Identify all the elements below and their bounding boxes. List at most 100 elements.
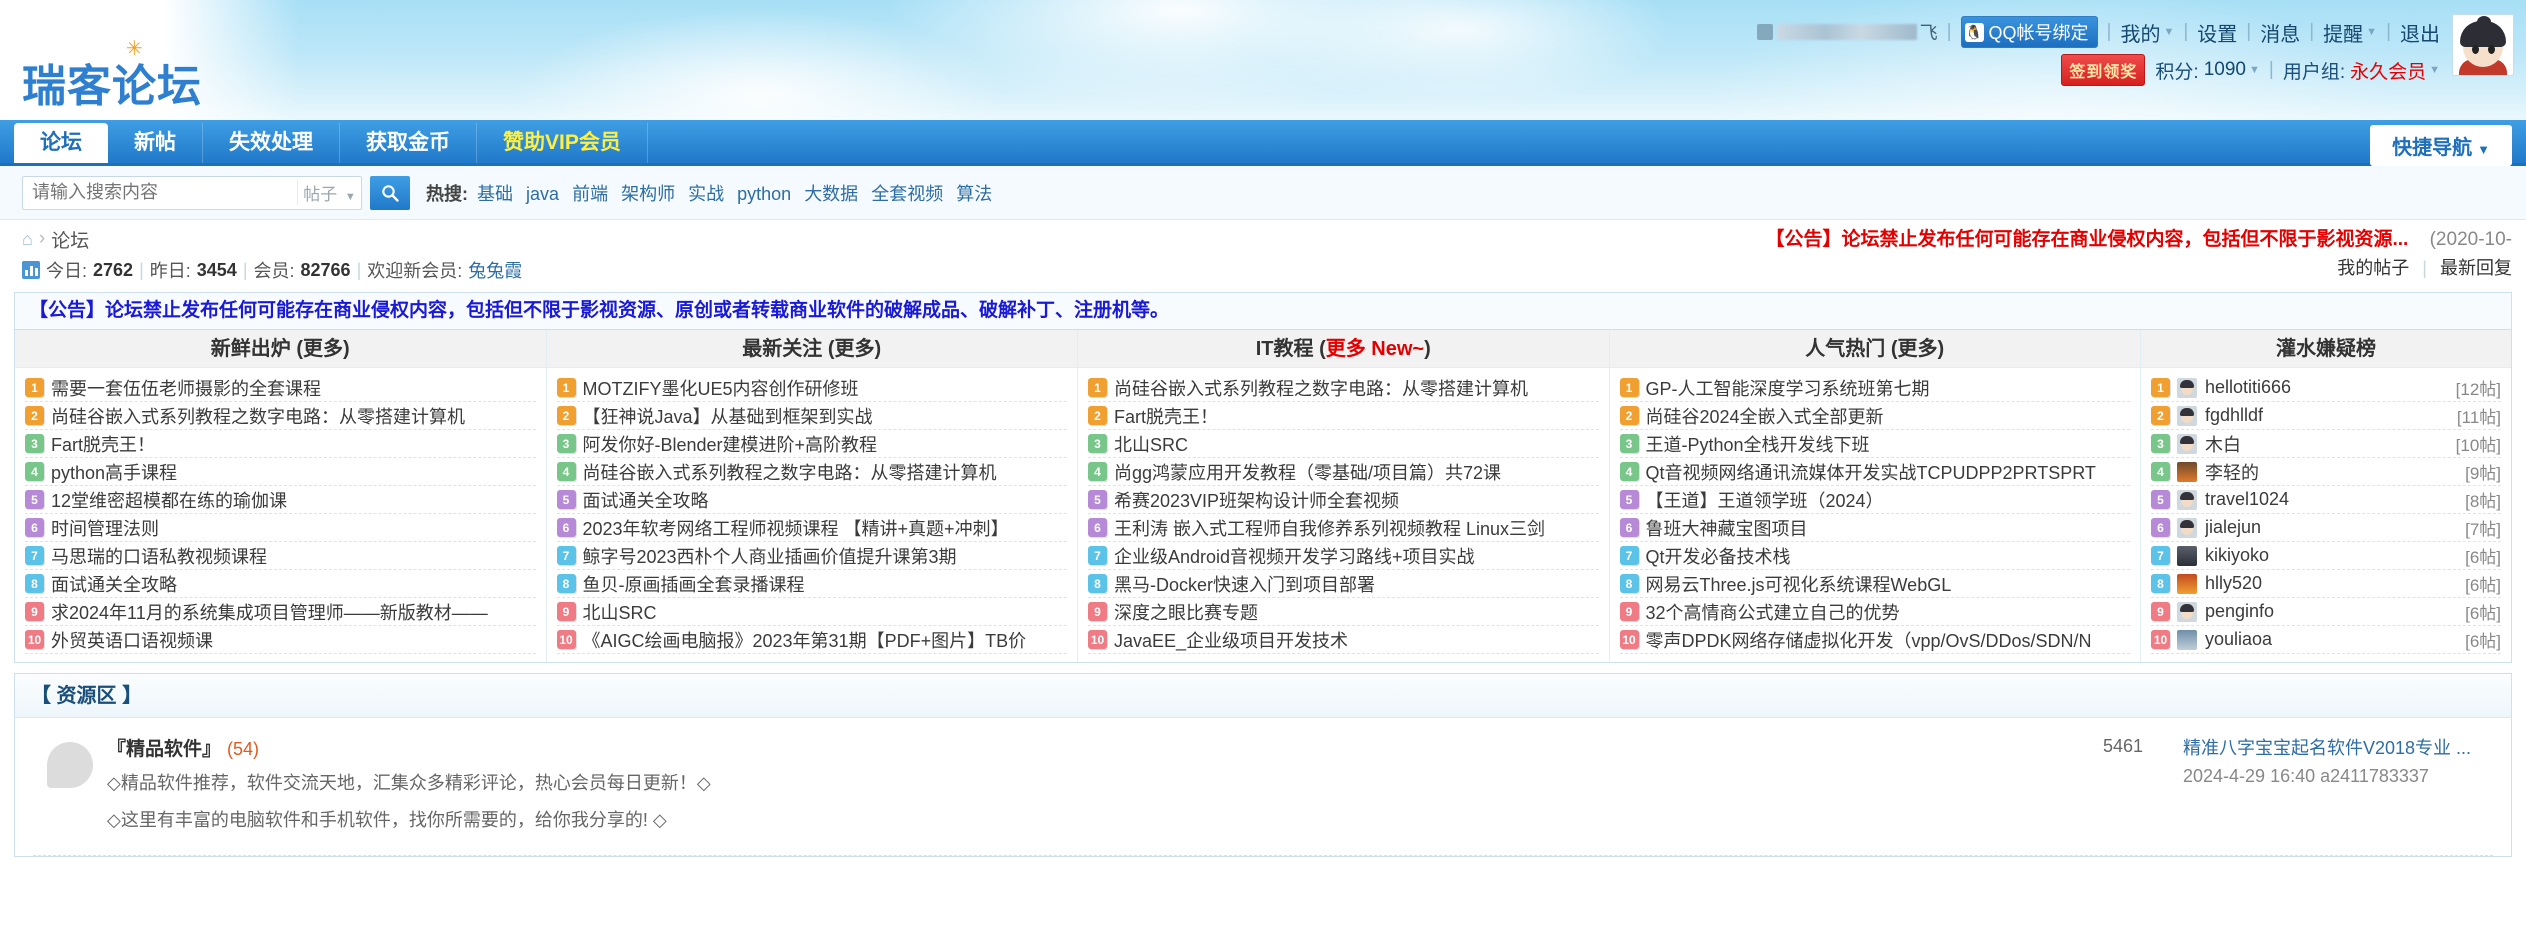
nav-item-get-coins[interactable]: 获取金币	[340, 123, 477, 163]
userbar-link-logout[interactable]: 退出	[2400, 18, 2440, 47]
list-item[interactable]: 2 尚硅谷2024全嵌入式全部更新	[1619, 402, 2130, 430]
nav-item-forum[interactable]: 论坛	[14, 123, 108, 163]
hot-keyword-4[interactable]: 实战	[688, 184, 724, 204]
notice-banner[interactable]: 【公告】论坛禁止发布任何可能存在商业侵权内容，包括但不限于影视资源、原创或者转载…	[14, 292, 2512, 330]
list-item[interactable]: 10 youliaoa [6帖]	[2151, 626, 2501, 654]
list-item[interactable]: 2 Fart脱壳王！	[1088, 402, 1599, 430]
home-icon[interactable]: ⌂	[22, 229, 33, 250]
list-item[interactable]: 8 黑马-Docker快速入门到项目部署	[1088, 570, 1599, 598]
list-item[interactable]: 6 鲁班大神藏宝图项目	[1619, 514, 2130, 542]
sign-in-button[interactable]: 签到领奖	[2061, 54, 2146, 86]
my-posts-link[interactable]: 我的帖子	[2337, 258, 2409, 278]
avatar-eye-right	[2488, 45, 2495, 54]
portal-column-title[interactable]: 灌水嫌疑榜	[2141, 330, 2511, 368]
list-item[interactable]: 9 求2024年11月的系统集成项目管理师——新版教材——	[25, 598, 536, 626]
list-item[interactable]: 4 尚gg鸿蒙应用开发教程（零基础/项目篇）共72课	[1088, 458, 1599, 486]
hot-keyword-1[interactable]: java	[526, 184, 559, 204]
rank-badge: 1	[2151, 378, 2170, 397]
list-item[interactable]: 7 企业级Android音视频开发学习路线+项目实战	[1088, 542, 1599, 570]
list-item[interactable]: 4 python高手课程	[25, 458, 536, 486]
site-logo[interactable]: 瑞客论坛 ✳	[22, 36, 202, 114]
list-item[interactable]: 5 希赛2023VIP班架构设计师全套视频	[1088, 486, 1599, 514]
portal-column-it-tutorials: IT教程 (更多 New~) 1 尚硅谷嵌入式系列教程之数字电路：从零搭建计算机 …	[1078, 330, 1610, 662]
list-item[interactable]: 9 北山SRC	[556, 598, 1067, 626]
list-item[interactable]: 6 jialejun [7帖]	[2151, 514, 2501, 542]
list-item[interactable]: 10 《AIGC绘画电脑报》2023年第31期【PDF+图片】TB价	[556, 626, 1067, 654]
userbar-link-my[interactable]: 我的	[2120, 18, 2160, 47]
search-type-select[interactable]: 帖子 ▼	[297, 180, 361, 205]
hot-keyword-0[interactable]: 基础	[477, 184, 513, 204]
userbar-link-settings[interactable]: 设置	[2197, 18, 2237, 47]
list-item[interactable]: 3 木白 [10帖]	[2151, 430, 2501, 458]
list-item[interactable]: 5 12堂维密超模都在练的瑜伽课	[25, 486, 536, 514]
announcement-ticker[interactable]: 【公告】论坛禁止发布任何可能存在商业侵权内容，包括但不限于影视资源... (20…	[1765, 224, 2512, 251]
nav-item-invalid-handling[interactable]: 失效处理	[203, 123, 340, 163]
list-item[interactable]: 4 Qt音视频网络通讯流媒体开发实战TCPUDPP2PRTSPRT	[1619, 458, 2130, 486]
qq-bind-button[interactable]: 🐧 QQ帐号绑定	[1960, 16, 2098, 48]
list-item[interactable]: 1 hellotiti666 [12帖]	[2151, 374, 2501, 402]
search-input[interactable]	[23, 177, 297, 208]
userbar-link-notifications[interactable]: 提醒	[2323, 18, 2363, 47]
portal-column-title[interactable]: 最新关注 (更多)	[546, 330, 1077, 368]
forum-title[interactable]: 『精品软件』 (54)	[107, 734, 2083, 761]
hot-keyword-3[interactable]: 架构师	[621, 184, 675, 204]
stats-welcome-user[interactable]: 兔兔霞	[468, 257, 522, 283]
chevron-down-icon[interactable]: ▼	[2429, 64, 2440, 76]
nav-item-sponsor-vip[interactable]: 赞助VIP会员	[477, 123, 648, 163]
portal-column-title[interactable]: 人气热门 (更多)	[1609, 330, 2140, 368]
list-item[interactable]: 9 penginfo [6帖]	[2151, 598, 2501, 626]
breadcrumb-current[interactable]: 论坛	[51, 226, 89, 253]
list-item[interactable]: 1 需要一套伍伍老师摄影的全套课程	[25, 374, 536, 402]
rank-badge: 8	[1619, 574, 1639, 593]
list-item[interactable]: 5 面试通关全攻略	[556, 486, 1067, 514]
stats-today-value: 2762	[93, 259, 134, 280]
list-item[interactable]: 5 travel1024 [8帖]	[2151, 486, 2501, 514]
list-item[interactable]: 8 面试通关全攻略	[25, 570, 536, 598]
search-button[interactable]	[370, 175, 410, 210]
userbar-link-messages[interactable]: 消息	[2260, 18, 2300, 47]
list-item[interactable]: 4 尚硅谷嵌入式系列教程之数字电路：从零搭建计算机	[556, 458, 1067, 486]
list-item[interactable]: 6 时间管理法则	[25, 514, 536, 542]
list-item[interactable]: 6 王利涛 嵌入式工程师自我修养系列视频教程 Linux三剑	[1088, 514, 1599, 542]
portal-column-title[interactable]: IT教程 (更多 New~)	[1078, 330, 1609, 368]
list-item[interactable]: 8 hlly520 [6帖]	[2151, 570, 2501, 598]
list-item[interactable]: 9 深度之眼比赛专题	[1088, 598, 1599, 626]
portal-column-title[interactable]: 新鲜出炉 (更多)	[15, 330, 546, 368]
list-item[interactable]: 9 32个高情商公式建立自己的优势	[1619, 598, 2130, 626]
list-item[interactable]: 7 马思瑞的口语私教视频课程	[25, 542, 536, 570]
list-item[interactable]: 6 2023年软考网络工程师视频课程 【精讲+真题+冲刺】	[556, 514, 1067, 542]
list-item[interactable]: 10 JavaEE_企业级项目开发技术	[1088, 626, 1599, 654]
list-item[interactable]: 2 【狂神说Java】从基础到框架到实战	[556, 402, 1067, 430]
hot-keyword-5[interactable]: python	[737, 184, 791, 204]
user-name: travel1024	[2205, 489, 2290, 509]
list-item[interactable]: 7 Qt开发必备技术栈	[1619, 542, 2130, 570]
list-item[interactable]: 2 fgdhlldf [11帖]	[2151, 402, 2501, 430]
list-item[interactable]: 8 鱼贝-原画插画全套录播课程	[556, 570, 1067, 598]
hot-keyword-8[interactable]: 算法	[956, 184, 992, 204]
last-post-title-link[interactable]: 精准八字宝宝起名软件V2018专业 ...	[2183, 738, 2471, 758]
list-item[interactable]: 1 MOTZIFY墨化UE5内容创作研修班	[556, 374, 1067, 402]
list-item[interactable]: 3 阿发你好-Blender建模进阶+高阶教程	[556, 430, 1067, 458]
hot-keyword-7[interactable]: 全套视频	[871, 184, 943, 204]
hot-keyword-2[interactable]: 前端	[572, 184, 608, 204]
list-item[interactable]: 5 【王道】王道领学班（2024）	[1619, 486, 2130, 514]
list-item[interactable]: 1 尚硅谷嵌入式系列教程之数字电路：从零搭建计算机	[1088, 374, 1599, 402]
list-item[interactable]: 8 网易云Three.js可视化系统课程WebGL	[1619, 570, 2130, 598]
list-item[interactable]: 7 kikiyoko [6帖]	[2151, 542, 2501, 570]
latest-replies-link[interactable]: 最新回复	[2440, 258, 2512, 278]
chevron-down-icon[interactable]: ▼	[2249, 64, 2260, 76]
list-item[interactable]: 3 北山SRC	[1088, 430, 1599, 458]
list-item[interactable]: 3 Fart脱壳王！	[25, 430, 536, 458]
list-item[interactable]: 1 GP-人工智能深度学习系统班第七期	[1619, 374, 2130, 402]
list-item[interactable]: 10 零声DPDK网络存储虚拟化开发（vpp/OvS/DDos/SDN/N	[1619, 626, 2130, 654]
list-item[interactable]: 10 外贸英语口语视频课	[25, 626, 536, 654]
avatar[interactable]	[2452, 14, 2514, 76]
list-item[interactable]: 2 尚硅谷嵌入式系列教程之数字电路：从零搭建计算机	[25, 402, 536, 430]
divider: |	[2268, 59, 2274, 80]
hot-keyword-6[interactable]: 大数据	[804, 184, 858, 204]
quick-nav-button[interactable]: 快捷导航 ▼	[2370, 125, 2512, 166]
list-item[interactable]: 4 李轻的 [9帖]	[2151, 458, 2501, 486]
list-item[interactable]: 7 鲸字号2023西朴个人商业插画价值提升课第3期	[556, 542, 1067, 570]
list-item[interactable]: 3 王道-Python全栈开发线下班	[1619, 430, 2130, 458]
nav-item-new-posts[interactable]: 新帖	[108, 123, 203, 163]
